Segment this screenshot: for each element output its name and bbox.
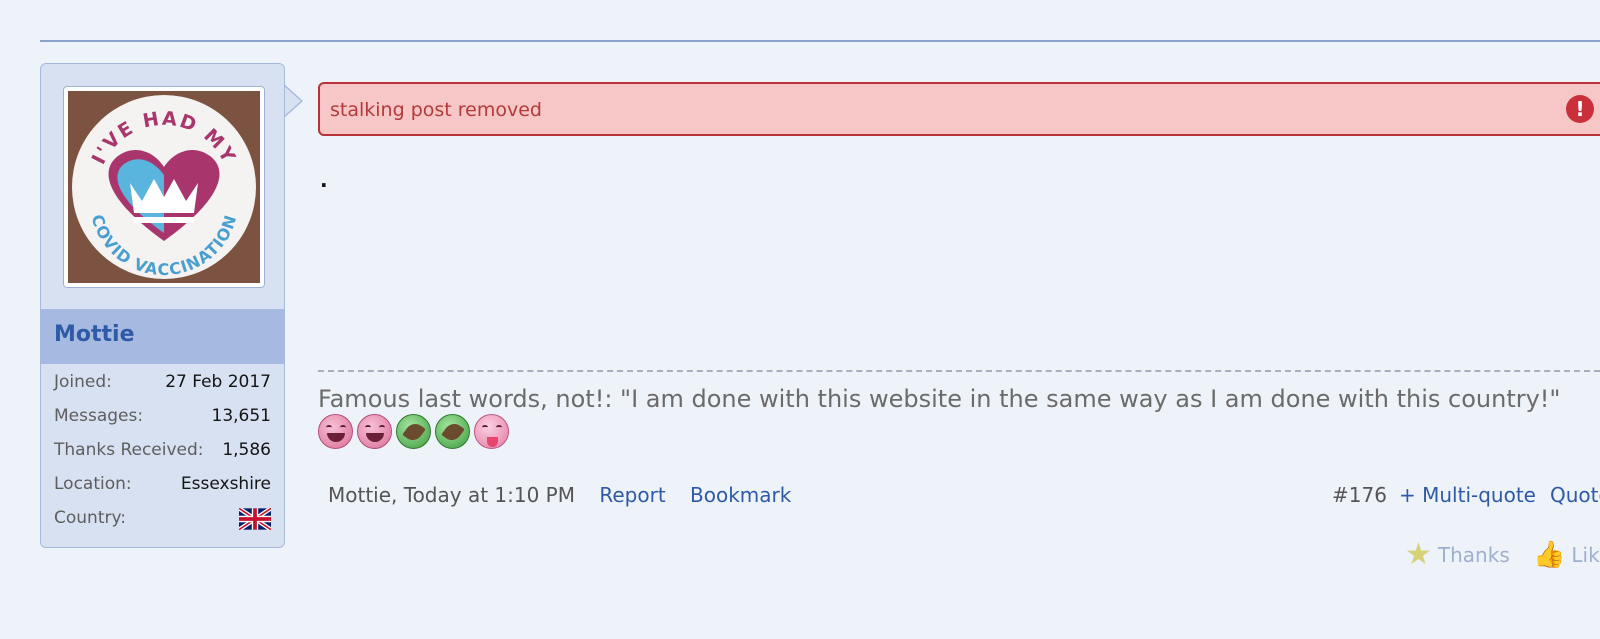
quote-link[interactable]: Quote bbox=[1550, 483, 1600, 507]
signature-text: Famous last words, not!: "I am done with… bbox=[318, 385, 1561, 413]
signature-smileys bbox=[318, 414, 509, 452]
stat-value: 1,586 bbox=[222, 440, 271, 460]
thanks-label: Thanks bbox=[1437, 543, 1510, 567]
uk-flag-icon bbox=[239, 508, 271, 530]
username-link[interactable]: Mottie bbox=[54, 322, 135, 347]
stat-value: 27 Feb 2017 bbox=[165, 372, 271, 392]
like-button[interactable]: 👍 Like bbox=[1533, 540, 1600, 570]
bookmark-link[interactable]: Bookmark bbox=[690, 483, 791, 507]
stat-value[interactable]: Essexshire bbox=[181, 474, 271, 494]
stat-value[interactable]: 13,651 bbox=[212, 406, 271, 426]
panel-arrow bbox=[283, 85, 301, 117]
thumbs-up-icon: 👍 bbox=[1533, 540, 1566, 570]
moderator-notice: stalking post removed ! bbox=[318, 82, 1600, 136]
laughing-smiley-icon bbox=[357, 414, 392, 449]
user-info-panel: I'VE HAD MY COVID VACCINATION Mottie Joi… bbox=[40, 63, 285, 548]
post-number[interactable]: #176 bbox=[1332, 483, 1387, 507]
star-icon: ★ bbox=[1405, 537, 1432, 572]
moderator-notice-text: stalking post removed bbox=[330, 99, 542, 121]
like-label: Like bbox=[1571, 543, 1600, 567]
stat-country: Country: bbox=[41, 500, 284, 534]
post-author-time[interactable]: Mottie, Today at 1:10 PM bbox=[328, 483, 575, 507]
stat-label: Thanks Received: bbox=[54, 440, 204, 460]
stat-label: Joined: bbox=[54, 372, 112, 392]
stat-label: Country: bbox=[54, 508, 127, 528]
green-smiley-icon bbox=[396, 414, 431, 449]
avatar[interactable]: I'VE HAD MY COVID VACCINATION bbox=[68, 91, 260, 283]
thanks-button[interactable]: ★ Thanks bbox=[1405, 540, 1510, 570]
post-body: . bbox=[320, 168, 328, 192]
stat-messages: Messages: 13,651 bbox=[41, 398, 284, 432]
username-bar: Mottie bbox=[41, 309, 284, 364]
avatar-badge-icon: I'VE HAD MY COVID VACCINATION bbox=[72, 95, 256, 279]
stat-thanks: Thanks Received: 1,586 bbox=[41, 432, 284, 466]
stat-label: Location: bbox=[54, 474, 132, 494]
stat-location: Location: Essexshire bbox=[41, 466, 284, 500]
tongue-smiley-icon bbox=[474, 414, 509, 449]
post-meta: Mottie, Today at 1:10 PM Report Bookmark bbox=[328, 483, 791, 507]
user-stats: Joined: 27 Feb 2017 Messages: 13,651 Tha… bbox=[41, 364, 284, 534]
laughing-smiley-icon bbox=[318, 414, 353, 449]
green-smiley-icon bbox=[435, 414, 470, 449]
signature-divider bbox=[318, 370, 1600, 372]
stat-joined: Joined: 27 Feb 2017 bbox=[41, 364, 284, 398]
stat-label: Messages: bbox=[54, 406, 144, 426]
avatar-frame[interactable]: I'VE HAD MY COVID VACCINATION bbox=[63, 86, 265, 288]
multiquote-link[interactable]: + Multi-quote bbox=[1399, 483, 1536, 507]
alert-icon: ! bbox=[1566, 95, 1594, 123]
top-divider bbox=[40, 40, 1600, 42]
report-link[interactable]: Report bbox=[599, 483, 665, 507]
